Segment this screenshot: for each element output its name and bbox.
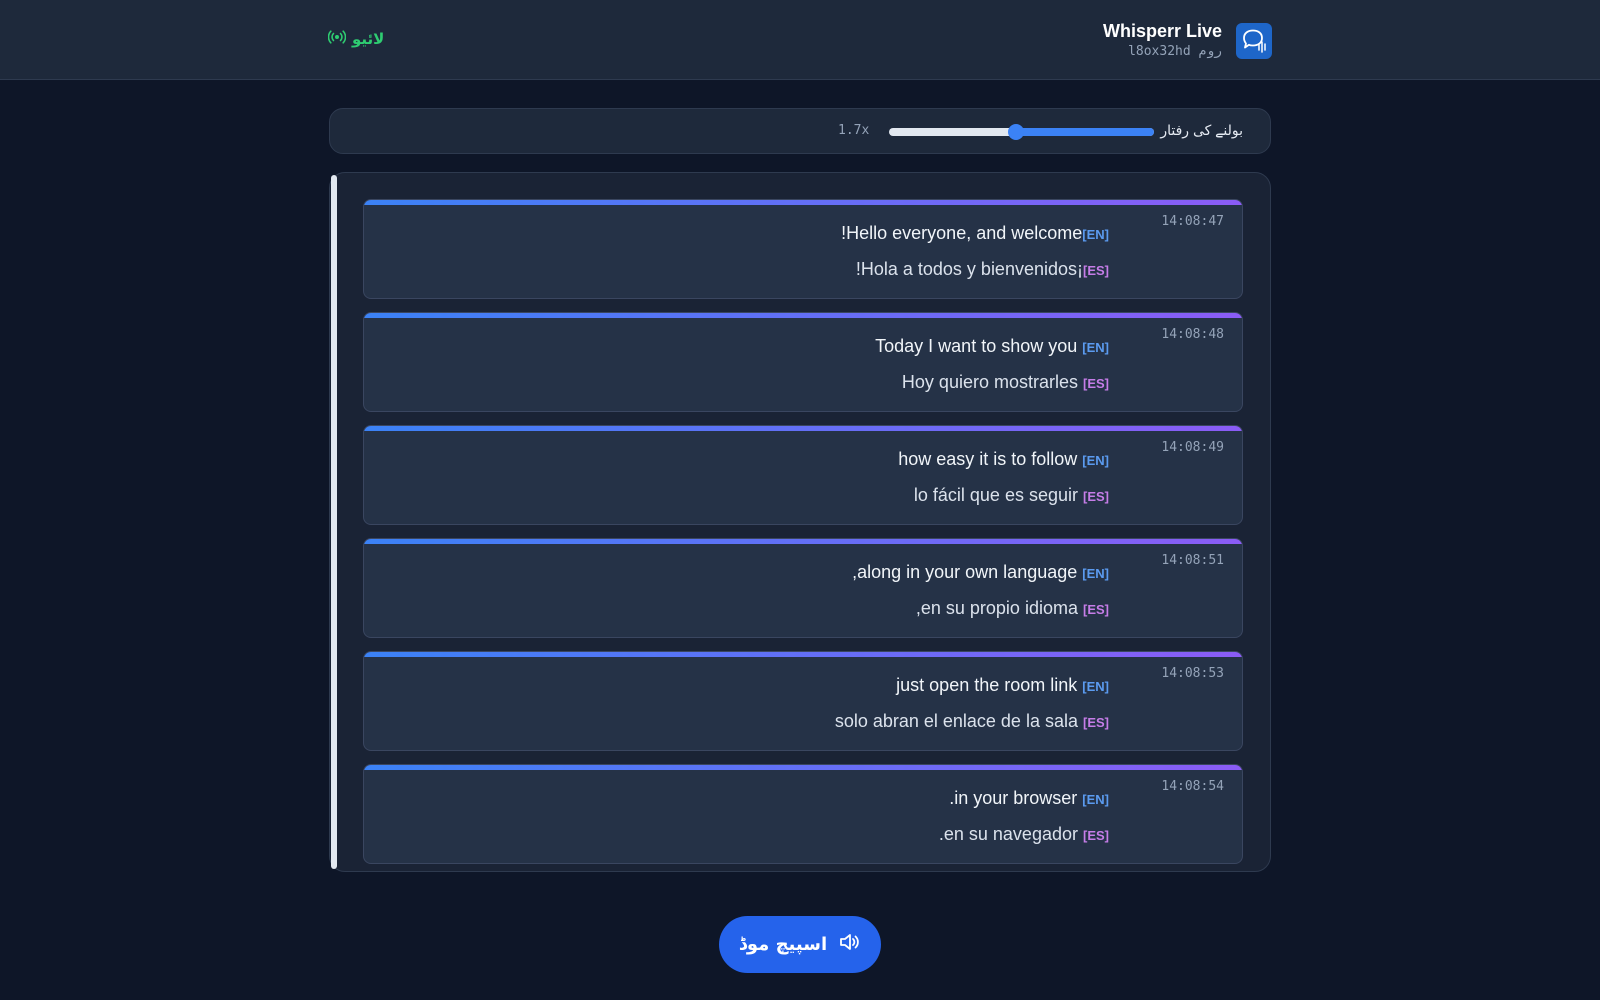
entry-english-line: [EN] how easy it is to follow xyxy=(898,448,1109,472)
entry-accent-bar xyxy=(364,539,1242,544)
transcript-panel[interactable]: 14:08:47 [EN]Hello everyone, and welcome… xyxy=(329,172,1271,872)
app-title: Whisperr Live xyxy=(1102,21,1222,41)
entry-english-line: [EN] in your browser. xyxy=(949,787,1109,811)
entry-spanish-line: [ES] en su navegador. xyxy=(939,823,1109,847)
spanish-text: solo abran el enlace de la sala xyxy=(834,711,1078,731)
en-tag: [EN] xyxy=(1082,679,1109,694)
room-id: روم l8ox32hd xyxy=(1128,44,1222,59)
brand: Whisperr Live روم l8ox32hd xyxy=(1103,21,1272,61)
transcript-entry: 14:08:47 [EN]Hello everyone, and welcome… xyxy=(363,199,1243,299)
spanish-text: ¡Hola a todos y bienvenidos! xyxy=(855,259,1083,279)
speaker-icon xyxy=(839,932,861,957)
entry-spanish-line: [ES] en su propio idioma, xyxy=(916,597,1109,621)
entry-accent-bar xyxy=(364,652,1242,657)
entry-spanish-line: [ES] lo fácil que es seguir xyxy=(914,484,1109,508)
entry-timestamp: 14:08:49 xyxy=(1161,440,1224,455)
entry-timestamp: 14:08:48 xyxy=(1161,327,1224,342)
speed-panel: بولنے کی رفتار 1.7x xyxy=(329,108,1271,154)
entry-spanish-line: [ES] Hoy quiero mostrarles xyxy=(902,371,1109,395)
transcript-entry: 14:08:48 [EN] Today I want to show you [… xyxy=(363,312,1243,412)
es-tag: [ES] xyxy=(1083,489,1109,504)
speech-mode-button[interactable]: اسپیچ موڈ xyxy=(719,916,881,973)
speed-value: 1.7x xyxy=(838,123,870,138)
entry-spanish-line: [ES]¡Hola a todos y bienvenidos! xyxy=(856,258,1109,282)
live-indicator: لائیو xyxy=(327,30,385,48)
speed-label: بولنے کی رفتار xyxy=(1160,122,1243,138)
entry-timestamp: 14:08:53 xyxy=(1161,666,1224,681)
entry-accent-bar xyxy=(364,313,1242,318)
transcript-entry: 14:08:54 [EN] in your browser. [ES] en s… xyxy=(363,764,1243,864)
entry-spanish-line: [ES] solo abran el enlace de la sala xyxy=(835,710,1109,734)
scrollbar-thumb[interactable] xyxy=(331,175,337,869)
brand-text: Whisperr Live روم l8ox32hd xyxy=(1103,21,1222,61)
spanish-text: en su navegador. xyxy=(938,824,1078,844)
speech-mode-label: اسپیچ موڈ xyxy=(738,934,828,955)
entry-timestamp: 14:08:47 xyxy=(1161,214,1224,229)
english-text: along in your own language, xyxy=(852,562,1078,582)
es-tag: [ES] xyxy=(1083,602,1109,617)
entry-english-line: [EN]Hello everyone, and welcome! xyxy=(841,222,1109,246)
entry-accent-bar xyxy=(364,765,1242,770)
en-tag: [EN] xyxy=(1082,340,1109,355)
broadcast-icon xyxy=(327,30,347,48)
entry-english-line: [EN] along in your own language, xyxy=(852,561,1109,585)
transcript-entry: 14:08:53 [EN] just open the room link [E… xyxy=(363,651,1243,751)
es-tag: [ES] xyxy=(1083,263,1109,278)
live-label: لائیو xyxy=(352,31,385,48)
en-tag: [EN] xyxy=(1082,566,1109,581)
entry-timestamp: 14:08:54 xyxy=(1161,779,1224,794)
english-text: how easy it is to follow xyxy=(898,449,1078,469)
english-text: Today I want to show you xyxy=(875,336,1078,356)
entry-accent-bar xyxy=(364,426,1242,431)
es-tag: [ES] xyxy=(1083,828,1109,843)
english-text: just open the room link xyxy=(896,675,1078,695)
transcript-scrollbar[interactable] xyxy=(330,173,339,871)
spanish-text: Hoy quiero mostrarles xyxy=(901,372,1078,392)
spanish-text: en su propio idioma, xyxy=(915,598,1078,618)
speed-slider-thumb[interactable] xyxy=(1008,124,1024,140)
speed-slider[interactable] xyxy=(889,124,1154,140)
en-tag: [EN] xyxy=(1082,792,1109,807)
speed-slider-fill xyxy=(1016,128,1154,136)
english-text: Hello everyone, and welcome! xyxy=(841,223,1083,243)
transcript-entry: 14:08:49 [EN] how easy it is to follow [… xyxy=(363,425,1243,525)
en-tag: [EN] xyxy=(1082,227,1109,242)
entry-english-line: [EN] Today I want to show you xyxy=(875,335,1109,359)
entry-english-line: [EN] just open the room link xyxy=(896,674,1109,698)
entry-timestamp: 14:08:51 xyxy=(1161,553,1224,568)
en-tag: [EN] xyxy=(1082,453,1109,468)
es-tag: [ES] xyxy=(1083,715,1109,730)
entry-accent-bar xyxy=(364,200,1242,205)
app-header: لائیو Whisperr Live روم l8ox32hd xyxy=(0,0,1600,80)
es-tag: [ES] xyxy=(1083,376,1109,391)
transcript-entry: 14:08:51 [EN] along in your own language… xyxy=(363,538,1243,638)
spanish-text: lo fácil que es seguir xyxy=(913,485,1078,505)
english-text: in your browser. xyxy=(949,788,1078,808)
speech-bubble-waveform-icon xyxy=(1236,23,1272,59)
